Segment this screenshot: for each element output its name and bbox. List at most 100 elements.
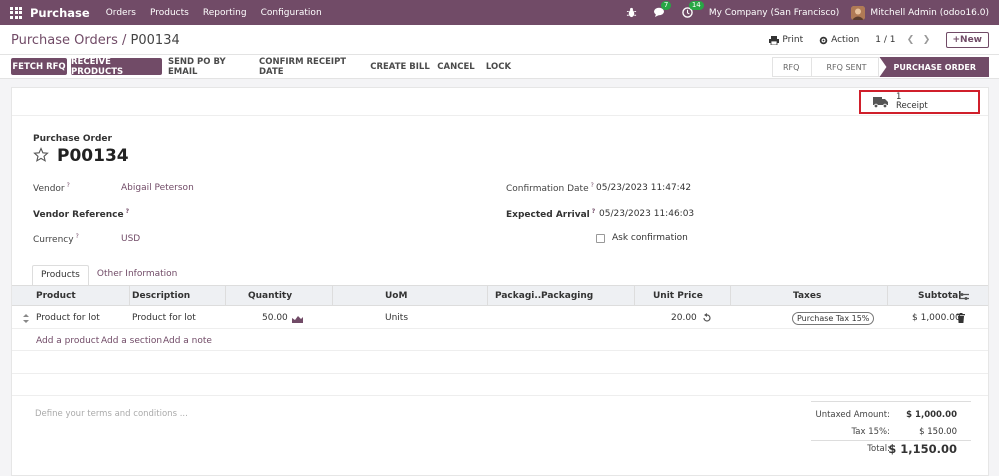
expected-arrival-help-icon[interactable]: ? — [592, 208, 595, 215]
menu-orders[interactable]: Orders — [106, 8, 136, 18]
col-taxes[interactable]: Taxes — [793, 291, 821, 301]
column-divider — [487, 286, 488, 306]
breadcrumb-purchase-orders[interactable]: Purchase Orders — [11, 33, 118, 48]
col-unit-price[interactable]: Unit Price — [653, 291, 703, 301]
stage-rfq[interactable]: RFQ — [772, 57, 813, 77]
lock-button[interactable]: LOCK — [483, 58, 514, 75]
status-bar: FETCH RFQ RECEIVE PRODUCTS SEND PO BY EM… — [0, 55, 999, 79]
stage-purchase-order[interactable]: PURCHASE ORDER — [879, 57, 989, 77]
user-menu[interactable]: Mitchell Admin (odoo16.0) — [870, 8, 989, 18]
column-divider — [887, 286, 888, 306]
ask-confirmation-checkbox[interactable] — [596, 234, 605, 243]
add-note-link[interactable]: Add a note — [163, 336, 212, 346]
expected-arrival-field[interactable]: 05/23/2023 11:46:03 — [599, 209, 694, 219]
vendor-reference-label-text: Vendor Reference — [33, 210, 124, 220]
line-description[interactable]: Product for lot — [132, 313, 196, 323]
col-packaging-qty[interactable]: Packagi... — [495, 291, 545, 301]
chat-count-badge: 7 — [660, 0, 672, 10]
col-description[interactable]: Description — [132, 291, 190, 301]
create-bill-button[interactable]: CREATE BILL — [370, 58, 430, 75]
column-divider — [634, 286, 635, 306]
line-quantity[interactable]: 50.00 — [262, 313, 288, 323]
cancel-button[interactable]: CANCEL — [436, 58, 476, 75]
bug-icon[interactable] — [625, 6, 639, 20]
currency-help-icon[interactable]: ? — [76, 233, 79, 240]
send-po-by-email-button[interactable]: SEND PO BY EMAIL — [168, 57, 252, 77]
line-uom[interactable]: Units — [385, 313, 408, 323]
print-label: Print — [782, 35, 804, 45]
new-button[interactable]: +New — [945, 32, 989, 48]
tax-tag[interactable]: Purchase Tax 15% — [792, 312, 875, 325]
vendor-help-icon[interactable]: ? — [67, 182, 70, 189]
forecast-chart-icon[interactable] — [292, 314, 303, 323]
menu-products[interactable]: Products — [150, 8, 189, 18]
pager-value[interactable]: 1 / 1 — [875, 35, 895, 45]
total-label: Total: — [867, 444, 890, 454]
control-panel: Purchase Orders / P00134 Print Action 1 … — [0, 25, 999, 55]
table-row[interactable]: Product for lot Product for lot 50.00 Un… — [12, 307, 988, 329]
user-avatar[interactable] — [851, 5, 866, 20]
pager-previous-icon[interactable]: ❮ — [904, 33, 918, 47]
status-stages: RFQ RFQ SENT PURCHASE ORDER — [772, 57, 989, 77]
currency-label-text: Currency — [33, 235, 74, 245]
receipt-smart-button[interactable]: 1 Receipt — [859, 90, 980, 114]
confirmation-date-help-icon[interactable]: ? — [591, 182, 594, 189]
col-subtotal[interactable]: Subtotal — [918, 291, 961, 301]
confirmation-date-field[interactable]: 05/23/2023 11:47:42 — [596, 183, 691, 193]
col-product[interactable]: Product — [36, 291, 76, 301]
star-icon[interactable] — [33, 147, 49, 163]
top-navbar: Purchase Orders Products Reporting Confi… — [0, 0, 999, 25]
column-divider — [129, 286, 130, 306]
currency-field[interactable]: USD — [121, 234, 140, 244]
line-unit-price[interactable]: 20.00 — [671, 313, 697, 323]
confirm-receipt-date-button[interactable]: CONFIRM RECEIPT DATE — [259, 57, 363, 77]
chat-icon[interactable]: 7 — [653, 0, 672, 20]
menu-configuration[interactable]: Configuration — [261, 8, 322, 18]
vendor-label: Vendor? — [33, 182, 70, 194]
add-product-link[interactable]: Add a product — [36, 336, 99, 346]
form-tabs: Products Other Information — [32, 265, 185, 286]
drag-handle-icon[interactable] — [23, 314, 29, 323]
empty-row — [12, 374, 988, 396]
vendor-field[interactable]: Abigail Peterson — [121, 183, 194, 193]
col-packaging[interactable]: Packaging — [541, 291, 593, 301]
column-settings-icon[interactable] — [959, 292, 969, 301]
vendor-reference-label: Vendor Reference? — [33, 208, 129, 220]
expected-arrival-label-text: Expected Arrival — [506, 210, 590, 220]
plus-icon: + — [952, 35, 961, 45]
untaxed-amount-value: $ 1,000.00 — [906, 410, 957, 420]
new-label: New — [960, 35, 982, 45]
vendor-reference-field[interactable] — [121, 206, 501, 220]
col-quantity[interactable]: Quantity — [248, 291, 292, 301]
receive-products-button[interactable]: RECEIVE PRODUCTS — [71, 57, 162, 77]
company-switcher[interactable]: My Company (San Francisco) — [709, 8, 839, 18]
line-product[interactable]: Product for lot — [36, 313, 100, 323]
print-icon — [769, 35, 780, 45]
tab-other-information[interactable]: Other Information — [89, 265, 186, 286]
vendor-label-text: Vendor — [33, 184, 65, 194]
trash-icon[interactable] — [957, 313, 965, 323]
record-type-label: Purchase Order — [33, 134, 112, 144]
ask-confirmation-label: Ask confirmation — [612, 233, 688, 243]
col-uom[interactable]: UoM — [385, 291, 407, 301]
pager-next-icon[interactable]: ❯ — [920, 33, 934, 47]
action-button[interactable]: Action — [819, 35, 859, 45]
print-button[interactable]: Print — [769, 35, 803, 45]
order-lines-header: Product Description Quantity UoM Packagi… — [12, 286, 988, 306]
tab-products[interactable]: Products — [32, 265, 89, 286]
fetch-rfq-button[interactable]: FETCH RFQ — [11, 58, 67, 75]
add-section-link[interactable]: Add a section — [101, 336, 162, 346]
clock-icon[interactable]: 14 — [681, 0, 704, 20]
tax-label: Tax 15%: — [851, 427, 890, 437]
app-brand[interactable]: Purchase — [30, 6, 90, 20]
total-value: $ 1,150.00 — [888, 442, 957, 456]
add-line-row: Add a product Add a section Add a note — [12, 330, 988, 351]
reset-price-icon[interactable] — [702, 313, 712, 323]
stage-rfq-sent[interactable]: RFQ SENT — [812, 57, 880, 77]
totals-top-border — [811, 401, 971, 402]
terms-and-conditions-input[interactable]: Define your terms and conditions ... — [35, 409, 188, 419]
apps-menu-icon[interactable] — [10, 6, 22, 19]
menu-reporting[interactable]: Reporting — [203, 8, 247, 18]
breadcrumb: Purchase Orders / P00134 — [11, 33, 180, 48]
breadcrumb-current: P00134 — [130, 33, 180, 48]
